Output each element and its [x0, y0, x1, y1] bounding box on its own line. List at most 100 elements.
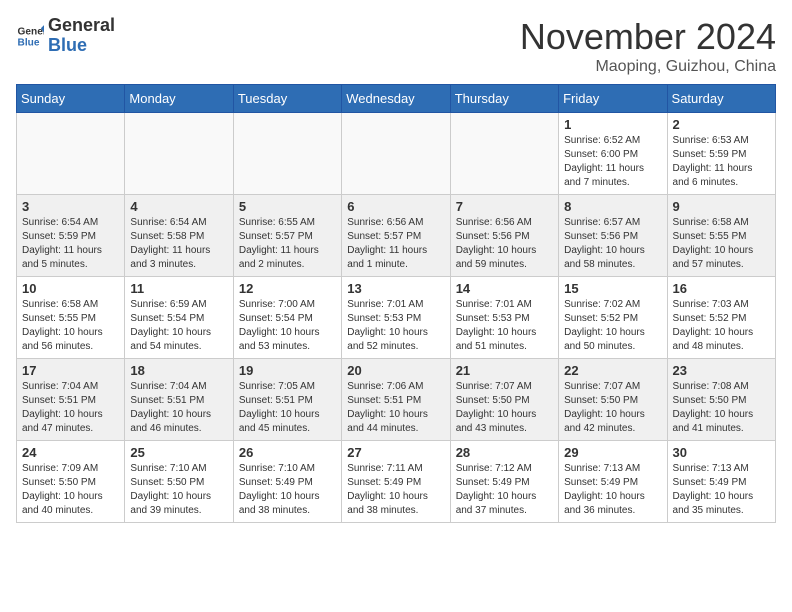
weekday-header: Tuesday	[233, 85, 341, 113]
day-info: Sunrise: 7:06 AM Sunset: 5:51 PM Dayligh…	[347, 380, 444, 436]
day-number: 11	[130, 281, 227, 296]
day-number: 21	[456, 363, 553, 378]
weekday-header: Saturday	[667, 85, 775, 113]
calendar-cell: 16 Sunrise: 7:03 AM Sunset: 5:52 PM Dayli…	[667, 277, 775, 359]
day-number: 24	[22, 445, 119, 460]
calendar-week-row: 10 Sunrise: 6:58 AM Sunset: 5:55 PM Dayli…	[17, 277, 776, 359]
day-number: 14	[456, 281, 553, 296]
day-number: 8	[564, 199, 661, 214]
day-number: 16	[673, 281, 770, 296]
day-number: 10	[22, 281, 119, 296]
svg-text:General: General	[18, 26, 44, 37]
day-info: Sunrise: 7:11 AM Sunset: 5:49 PM Dayligh…	[347, 462, 444, 518]
day-number: 3	[22, 199, 119, 214]
day-number: 20	[347, 363, 444, 378]
calendar-cell	[450, 113, 558, 195]
calendar-cell: 9 Sunrise: 6:58 AM Sunset: 5:55 PM Daylig…	[667, 195, 775, 277]
day-info: Sunrise: 7:09 AM Sunset: 5:50 PM Dayligh…	[22, 462, 119, 518]
day-info: Sunrise: 7:07 AM Sunset: 5:50 PM Dayligh…	[564, 380, 661, 436]
day-info: Sunrise: 7:08 AM Sunset: 5:50 PM Dayligh…	[673, 380, 770, 436]
calendar-week-row: 3Sunrise: 6:54 AM Sunset: 5:59 PM Daylig…	[17, 195, 776, 277]
svg-text:Blue: Blue	[18, 37, 40, 48]
day-info: Sunrise: 6:59 AM Sunset: 5:54 PM Dayligh…	[130, 298, 227, 354]
day-number: 25	[130, 445, 227, 460]
logo-icon: General Blue	[16, 22, 44, 50]
day-number: 23	[673, 363, 770, 378]
calendar-cell	[233, 113, 341, 195]
calendar-cell: 3Sunrise: 6:54 AM Sunset: 5:59 PM Daylig…	[17, 195, 125, 277]
day-number: 6	[347, 199, 444, 214]
page-header: General Blue General Blue November 2024 …	[16, 16, 776, 76]
calendar-cell	[17, 113, 125, 195]
day-info: Sunrise: 7:02 AM Sunset: 5:52 PM Dayligh…	[564, 298, 661, 354]
day-info: Sunrise: 7:00 AM Sunset: 5:54 PM Dayligh…	[239, 298, 336, 354]
calendar-cell: 22 Sunrise: 7:07 AM Sunset: 5:50 PM Dayli…	[559, 359, 667, 441]
day-info: Sunrise: 7:13 AM Sunset: 5:49 PM Dayligh…	[564, 462, 661, 518]
day-number: 1	[564, 117, 661, 132]
day-info: Sunrise: 7:10 AM Sunset: 5:49 PM Dayligh…	[239, 462, 336, 518]
calendar-cell: 23 Sunrise: 7:08 AM Sunset: 5:50 PM Dayli…	[667, 359, 775, 441]
weekday-header-row: SundayMondayTuesdayWednesdayThursdayFrid…	[17, 85, 776, 113]
calendar-week-row: 17 Sunrise: 7:04 AM Sunset: 5:51 PM Dayli…	[17, 359, 776, 441]
day-number: 13	[347, 281, 444, 296]
day-number: 2	[673, 117, 770, 132]
calendar-cell: 18Sunrise: 7:04 AM Sunset: 5:51 PM Dayli…	[125, 359, 233, 441]
day-info: Sunrise: 7:01 AM Sunset: 5:53 PM Dayligh…	[347, 298, 444, 354]
day-info: Sunrise: 7:12 AM Sunset: 5:49 PM Dayligh…	[456, 462, 553, 518]
day-number: 17	[22, 363, 119, 378]
day-number: 22	[564, 363, 661, 378]
day-info: Sunrise: 6:53 AM Sunset: 5:59 PM Dayligh…	[673, 134, 770, 190]
day-info: Sunrise: 6:56 AM Sunset: 5:57 PM Dayligh…	[347, 216, 444, 272]
day-number: 29	[564, 445, 661, 460]
day-number: 5	[239, 199, 336, 214]
calendar-cell: 17Sunrise: 7:04 AM Sunset: 5:51 PM Dayli…	[17, 359, 125, 441]
calendar-cell: 24 Sunrise: 7:09 AM Sunset: 5:50 PM Dayli…	[17, 441, 125, 523]
day-info: Sunrise: 6:58 AM Sunset: 5:55 PM Dayligh…	[22, 298, 119, 354]
day-info: Sunrise: 6:52 AM Sunset: 6:00 PM Dayligh…	[564, 134, 661, 190]
day-number: 19	[239, 363, 336, 378]
day-number: 12	[239, 281, 336, 296]
calendar-cell: 25Sunrise: 7:10 AM Sunset: 5:50 PM Dayli…	[125, 441, 233, 523]
day-number: 27	[347, 445, 444, 460]
day-number: 4	[130, 199, 227, 214]
weekday-header: Friday	[559, 85, 667, 113]
logo-general: General	[48, 16, 115, 36]
calendar-cell: 28 Sunrise: 7:12 AM Sunset: 5:49 PM Dayli…	[450, 441, 558, 523]
calendar-table: SundayMondayTuesdayWednesdayThursdayFrid…	[16, 84, 776, 523]
calendar-cell: 29 Sunrise: 7:13 AM Sunset: 5:49 PM Dayli…	[559, 441, 667, 523]
calendar-cell: 13 Sunrise: 7:01 AM Sunset: 5:53 PM Dayli…	[342, 277, 450, 359]
month-title: November 2024	[520, 16, 776, 58]
day-info: Sunrise: 6:55 AM Sunset: 5:57 PM Dayligh…	[239, 216, 336, 272]
day-info: Sunrise: 7:03 AM Sunset: 5:52 PM Dayligh…	[673, 298, 770, 354]
logo-blue: Blue	[48, 36, 115, 56]
logo: General Blue General Blue	[16, 16, 115, 56]
calendar-cell: 6 Sunrise: 6:56 AM Sunset: 5:57 PM Daylig…	[342, 195, 450, 277]
day-number: 26	[239, 445, 336, 460]
day-number: 30	[673, 445, 770, 460]
day-info: Sunrise: 7:13 AM Sunset: 5:49 PM Dayligh…	[673, 462, 770, 518]
location: Maoping, Guizhou, China	[520, 58, 776, 76]
calendar-cell: 4Sunrise: 6:54 AM Sunset: 5:58 PM Daylig…	[125, 195, 233, 277]
day-number: 9	[673, 199, 770, 214]
calendar-cell: 20 Sunrise: 7:06 AM Sunset: 5:51 PM Dayli…	[342, 359, 450, 441]
calendar-cell: 7Sunrise: 6:56 AM Sunset: 5:56 PM Daylig…	[450, 195, 558, 277]
calendar-cell: 11 Sunrise: 6:59 AM Sunset: 5:54 PM Dayli…	[125, 277, 233, 359]
calendar-cell: 5 Sunrise: 6:55 AM Sunset: 5:57 PM Daylig…	[233, 195, 341, 277]
weekday-header: Thursday	[450, 85, 558, 113]
title-area: November 2024 Maoping, Guizhou, China	[520, 16, 776, 76]
calendar-week-row: 1 Sunrise: 6:52 AM Sunset: 6:00 PM Daylig…	[17, 113, 776, 195]
day-info: Sunrise: 6:56 AM Sunset: 5:56 PM Dayligh…	[456, 216, 553, 272]
calendar-cell	[342, 113, 450, 195]
day-info: Sunrise: 7:05 AM Sunset: 5:51 PM Dayligh…	[239, 380, 336, 436]
day-number: 28	[456, 445, 553, 460]
day-number: 15	[564, 281, 661, 296]
weekday-header: Wednesday	[342, 85, 450, 113]
calendar-cell: 19 Sunrise: 7:05 AM Sunset: 5:51 PM Dayli…	[233, 359, 341, 441]
calendar-cell: 2 Sunrise: 6:53 AM Sunset: 5:59 PM Daylig…	[667, 113, 775, 195]
logo-text: General Blue	[48, 16, 115, 56]
calendar-week-row: 24 Sunrise: 7:09 AM Sunset: 5:50 PM Dayli…	[17, 441, 776, 523]
day-info: Sunrise: 7:01 AM Sunset: 5:53 PM Dayligh…	[456, 298, 553, 354]
day-info: Sunrise: 6:58 AM Sunset: 5:55 PM Dayligh…	[673, 216, 770, 272]
day-info: Sunrise: 7:04 AM Sunset: 5:51 PM Dayligh…	[130, 380, 227, 436]
calendar-cell: 12 Sunrise: 7:00 AM Sunset: 5:54 PM Dayli…	[233, 277, 341, 359]
